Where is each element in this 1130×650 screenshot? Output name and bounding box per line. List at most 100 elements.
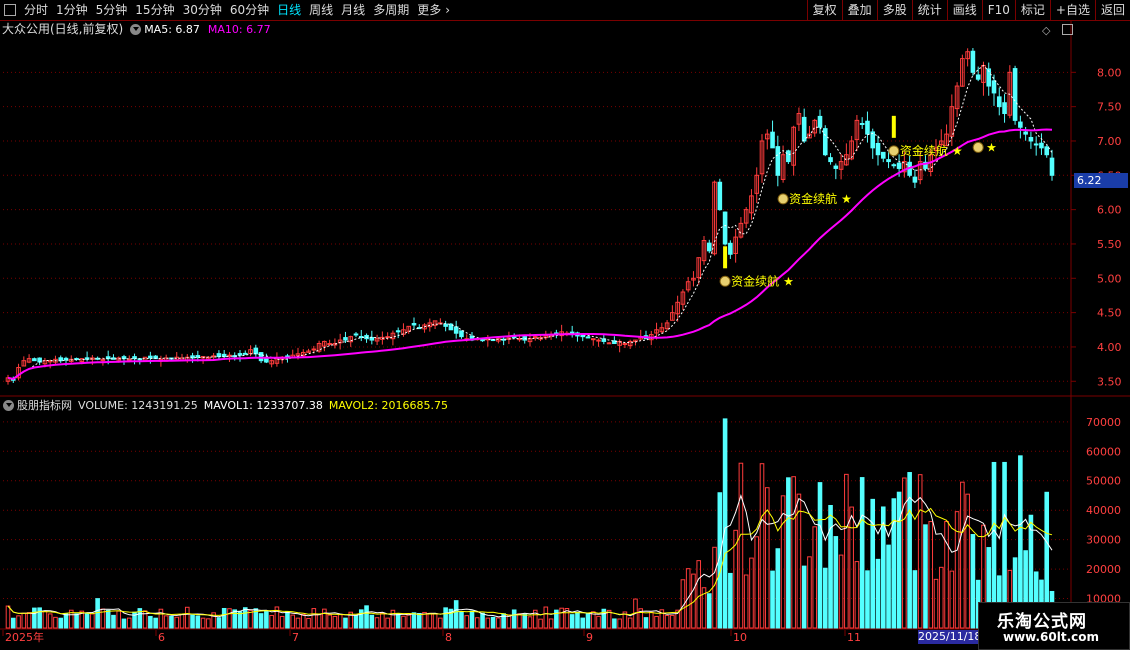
chevron-right-icon[interactable]: › bbox=[445, 0, 454, 20]
volume-bar bbox=[427, 612, 433, 629]
volume-bar bbox=[670, 614, 675, 629]
candle-body bbox=[975, 74, 981, 80]
period-tab-8[interactable]: 月线 bbox=[337, 0, 369, 20]
volume-bar bbox=[179, 613, 185, 629]
volume-bar bbox=[232, 609, 238, 629]
kline-chart[interactable]: 8.007.507.006.506.005.505.004.504.003.50… bbox=[0, 0, 1130, 650]
volume-bar bbox=[58, 617, 64, 629]
volume-bar bbox=[791, 476, 796, 629]
volume-bar bbox=[200, 617, 206, 629]
star-icon: ★ bbox=[783, 274, 794, 288]
volume-bar bbox=[258, 613, 264, 629]
period-tab-5[interactable]: 60分钟 bbox=[226, 0, 273, 20]
candle-body bbox=[706, 242, 712, 252]
period-tab-0[interactable]: 分时 bbox=[20, 0, 52, 20]
volume-bar bbox=[474, 617, 480, 629]
candle-body bbox=[775, 146, 781, 176]
volume-bar bbox=[643, 617, 649, 629]
candle-body bbox=[453, 326, 459, 334]
volume-bar bbox=[896, 491, 902, 629]
dropdown-circle-icon[interactable] bbox=[130, 23, 142, 35]
volume-tick-label: 20000 bbox=[1086, 563, 1121, 576]
period-tab-2[interactable]: 5分钟 bbox=[92, 0, 132, 20]
volume-bar bbox=[828, 504, 833, 629]
candle-body bbox=[1049, 157, 1055, 176]
candle-body bbox=[1018, 121, 1023, 128]
volume-tick-label: 70000 bbox=[1086, 416, 1121, 429]
period-tab-9[interactable]: 多周期 bbox=[369, 0, 413, 20]
action-button-8[interactable]: 返回 bbox=[1094, 0, 1130, 20]
action-button-4[interactable]: 画线 bbox=[946, 0, 982, 20]
action-button-5[interactable]: F10 bbox=[981, 0, 1015, 20]
candle-body bbox=[343, 337, 348, 341]
window-icon[interactable] bbox=[1061, 24, 1073, 35]
volume-bar bbox=[548, 618, 554, 629]
indicator-info-bar: 股朋指标网 VOLUME: 1243191.25 MAVOL1: 1233707… bbox=[0, 397, 448, 413]
xaxis-label: 8 bbox=[445, 631, 452, 644]
volume-bar bbox=[928, 521, 934, 629]
volume-bar bbox=[543, 606, 549, 629]
volume-bar bbox=[907, 472, 912, 629]
candle-body bbox=[770, 131, 775, 149]
action-button-1[interactable]: 叠加 bbox=[841, 0, 877, 20]
action-button-0[interactable]: 复权 bbox=[806, 0, 842, 20]
volume-bar bbox=[664, 614, 670, 629]
volume-bar bbox=[332, 615, 338, 629]
period-tab-6[interactable]: 日线 bbox=[273, 0, 305, 20]
candle-body bbox=[126, 358, 132, 361]
volume-bar bbox=[74, 613, 79, 629]
volume-bar bbox=[242, 607, 248, 629]
volume-bar bbox=[764, 487, 770, 629]
volume-bar bbox=[374, 617, 380, 629]
volume-bar bbox=[216, 617, 222, 629]
candle-body bbox=[865, 120, 870, 135]
action-button-7[interactable]: +自选 bbox=[1049, 0, 1095, 20]
candle-body bbox=[606, 342, 612, 345]
candle-body bbox=[1033, 143, 1039, 146]
period-tab-7[interactable]: 周线 bbox=[305, 0, 337, 20]
indicator-dropdown-icon[interactable] bbox=[3, 399, 14, 411]
volume-bar bbox=[290, 614, 296, 629]
star-icon: ★ bbox=[952, 144, 963, 158]
volume-bar bbox=[126, 617, 132, 629]
action-button-6[interactable]: 标记 bbox=[1014, 0, 1050, 20]
menu-square-icon[interactable] bbox=[4, 4, 16, 16]
volume-tick-label: 60000 bbox=[1086, 445, 1121, 458]
volume-bar bbox=[886, 544, 891, 629]
volume-bar bbox=[580, 617, 586, 629]
volume-bar bbox=[163, 615, 169, 629]
volume-bar bbox=[206, 618, 211, 629]
candle-body bbox=[32, 358, 37, 362]
volume-bar bbox=[464, 615, 470, 629]
volume-bar bbox=[749, 557, 754, 629]
action-button-3[interactable]: 统计 bbox=[911, 0, 947, 20]
xaxis-label: 7 bbox=[292, 631, 299, 644]
period-tab-4[interactable]: 30分钟 bbox=[179, 0, 226, 20]
candle-body bbox=[253, 347, 259, 355]
volume-bar bbox=[443, 607, 448, 629]
volume-bar bbox=[912, 570, 918, 629]
xaxis-label: 2025年 bbox=[5, 630, 44, 644]
volume-bar bbox=[343, 617, 348, 629]
period-tab-10[interactable]: 更多 bbox=[413, 0, 445, 20]
volume-bar bbox=[949, 570, 955, 629]
volume-bar bbox=[364, 605, 369, 629]
stock-title: 大众公用(日线,前复权) bbox=[2, 22, 124, 36]
watermark-title: 乐淘公式网 bbox=[997, 612, 1087, 632]
volume-bar bbox=[469, 610, 475, 629]
action-button-2[interactable]: 多股 bbox=[876, 0, 912, 20]
diamond-icon[interactable]: ◇ bbox=[1042, 24, 1050, 37]
volume-bar bbox=[221, 607, 227, 629]
volume-bar bbox=[47, 613, 53, 629]
price-tick-label: 6.00 bbox=[1097, 204, 1122, 217]
period-tab-1[interactable]: 1分钟 bbox=[52, 0, 92, 20]
volume-bar bbox=[596, 615, 601, 629]
volume-bar bbox=[627, 617, 633, 629]
period-tab-3[interactable]: 15分钟 bbox=[131, 0, 178, 20]
price-tick-label: 4.00 bbox=[1097, 341, 1122, 354]
selected-date-box: 2025/11/18 bbox=[918, 630, 982, 644]
volume-bar bbox=[517, 613, 522, 629]
money-bag-icon bbox=[777, 193, 789, 205]
volume-bar bbox=[696, 560, 702, 629]
volume-bar bbox=[954, 511, 960, 629]
